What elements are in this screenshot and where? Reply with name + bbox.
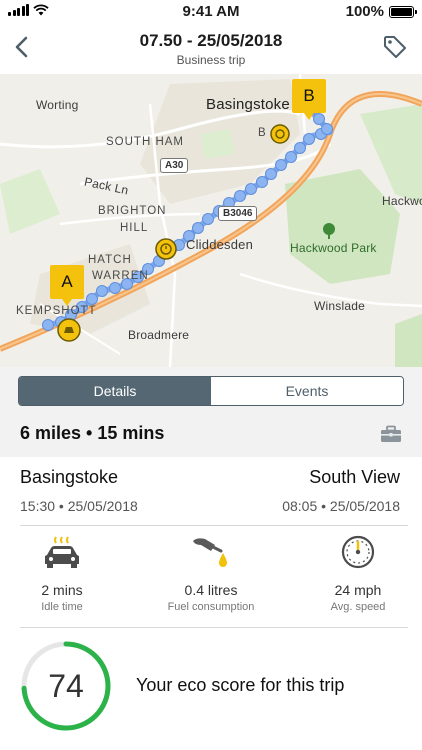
route-point <box>192 221 205 234</box>
start-pin[interactable]: A <box>50 265 84 306</box>
road-shield-a30: A30 <box>160 158 189 173</box>
route-point <box>303 132 316 145</box>
tab-events[interactable]: Events <box>211 377 403 405</box>
destination-place: South View <box>309 467 400 487</box>
battery-percent: 100% <box>345 3 384 20</box>
stat-fuel: 0.4 litres Fuel consumption <box>141 527 281 627</box>
route-info: Basingstoke South View 15:30 • 25/05/201… <box>0 457 422 525</box>
nav-bar: 07.50 - 25/05/2018 Business trip <box>0 24 422 74</box>
idle-time-value: 2 mins <box>41 582 83 598</box>
page-subtitle: Business trip <box>176 53 246 67</box>
map-label-worting: Worting <box>36 98 79 112</box>
map-label-cliddesden: Cliddesden <box>186 237 254 252</box>
map-label-broadmere: Broadmere <box>128 328 190 342</box>
stat-speed: 24 mph Avg. speed <box>288 527 422 627</box>
route-point <box>108 281 121 294</box>
origin-place: Basingstoke <box>20 467 119 487</box>
fuel-label: Fuel consumption <box>167 601 255 613</box>
map-label-south-ham: SOUTH HAM <box>106 136 184 148</box>
map-label-b-partial: B <box>258 127 267 139</box>
park-tree-icon <box>323 223 335 239</box>
tag-button[interactable] <box>382 34 408 60</box>
origin-time: 15:30 • 25/05/2018 <box>20 498 138 514</box>
map-label-hill: HILL <box>120 222 149 234</box>
page-title: 07.50 - 25/05/2018 <box>139 31 283 50</box>
map-label-warren: WARREN <box>92 270 149 282</box>
end-pin[interactable]: B <box>292 79 326 120</box>
speed-event-marker-icon[interactable] <box>270 124 290 144</box>
status-right: 100% <box>345 3 417 20</box>
trip-summary: 6 miles • 15 mins <box>20 423 165 443</box>
idle-event-marker-icon[interactable] <box>155 238 177 260</box>
map-label-hackwood-park: Hackwood Park <box>290 241 377 255</box>
destination-time: 08:05 • 25/05/2018 <box>282 498 400 514</box>
speedometer-icon <box>341 535 375 569</box>
stat-idle-time: 2 mins Idle time <box>0 527 132 627</box>
segmented-control: Details Events <box>18 376 404 406</box>
battery-icon <box>389 5 417 18</box>
map-label-brighton: BRIGHTON <box>98 205 167 217</box>
trip-stats: 2 mins Idle time 0.4 litres Fuel consump… <box>0 527 422 627</box>
tab-details[interactable]: Details <box>19 377 211 405</box>
tag-icon <box>384 36 406 58</box>
map-label-hatch: HATCH <box>88 254 132 266</box>
briefcase-icon[interactable] <box>380 425 402 443</box>
speed-value: 24 mph <box>334 582 382 598</box>
status-bar: 9:41 AM 100% <box>0 0 422 24</box>
fuel-pump-icon <box>193 538 227 567</box>
fuel-value: 0.4 litres <box>184 582 238 598</box>
trip-map[interactable]: Worting Basingstoke SOUTH HAM A30 Pack L… <box>0 74 422 367</box>
idle-car-icon <box>45 536 79 568</box>
harsh-event-marker-icon[interactable] <box>57 318 81 342</box>
route-point <box>244 183 257 196</box>
map-label-basingstoke: Basingstoke <box>206 96 290 113</box>
divider <box>20 525 408 526</box>
eco-score-text: Your eco score for this trip <box>136 675 345 695</box>
eco-score-value: 74 <box>48 668 84 704</box>
details-header: Details Events 6 miles • 15 mins <box>0 367 422 457</box>
map-label-winslade: Winslade <box>314 299 365 313</box>
speed-label: Avg. speed <box>330 601 386 613</box>
eco-score-section: 74 Your eco score for this trip <box>0 628 422 750</box>
idle-time-label: Idle time <box>41 601 83 613</box>
road-shield-b3046: B3046 <box>218 206 258 221</box>
map-label-hackwood: Hackwo <box>382 194 422 208</box>
route-point <box>85 292 98 305</box>
route-point <box>42 319 54 331</box>
route-point <box>312 113 325 126</box>
map-label-kempshott: KEMPSHOTT <box>16 305 97 317</box>
